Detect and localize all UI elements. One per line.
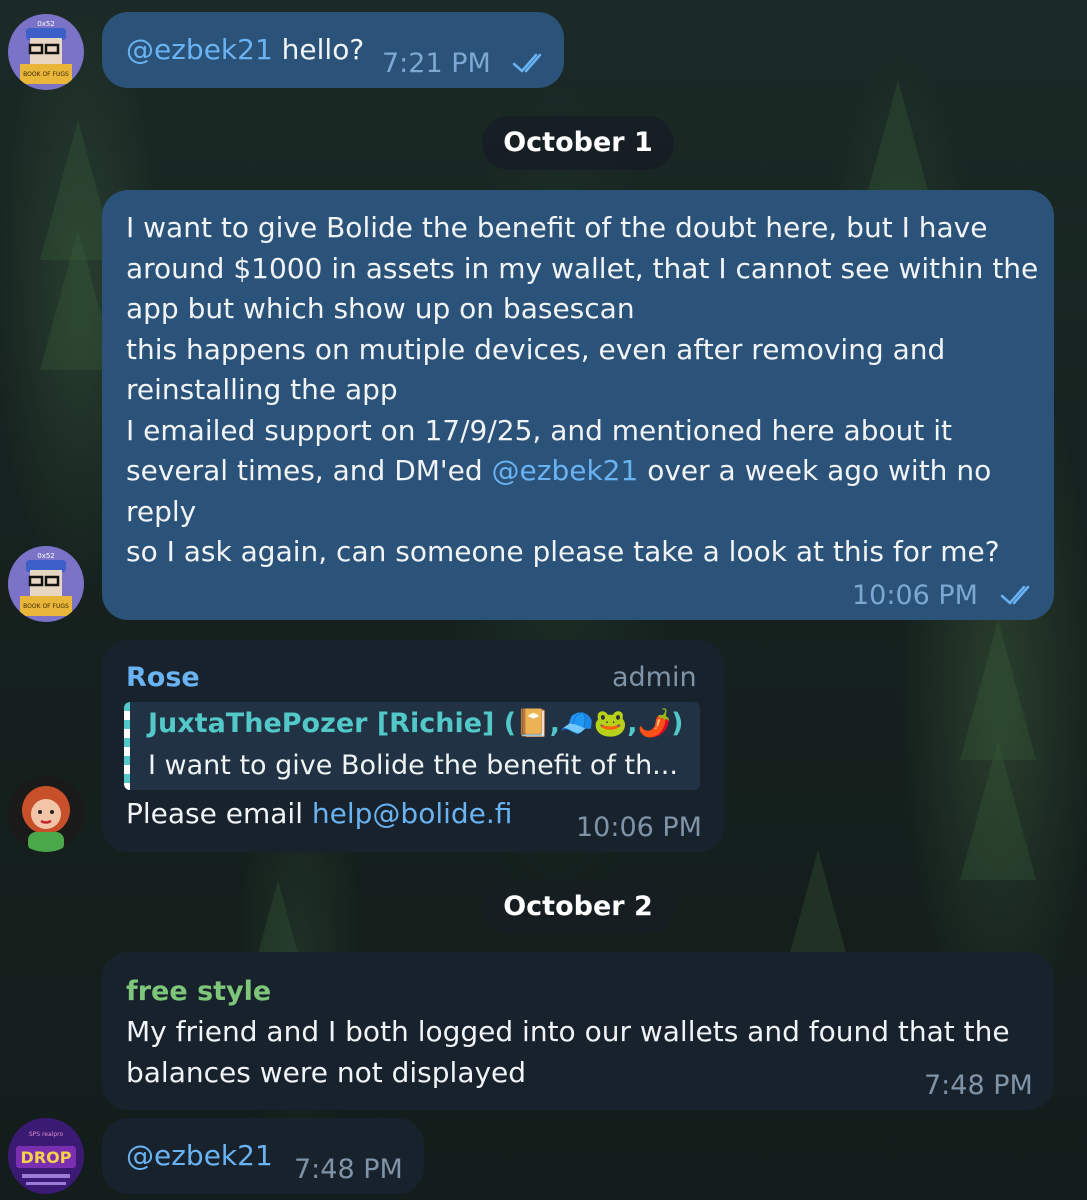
message-line: this happens on mutiple devices, even af… xyxy=(126,332,946,366)
background-tree xyxy=(960,620,1036,760)
avatar-book-text: BOOK OF FUGS xyxy=(23,603,69,610)
avatar-juxta[interactable]: BOOK OF FUGS 0x52 xyxy=(8,14,84,90)
double-check-icon xyxy=(1000,585,1030,605)
message-line: My friend and I both logged into our wal… xyxy=(126,1015,1010,1048)
avatar-free-style[interactable]: SPS realpro DROP xyxy=(8,1118,84,1194)
notebook-emoji-icon: 📔 xyxy=(516,708,550,739)
cap-emoji-icon: 🧢 xyxy=(560,708,594,739)
admin-badge: admin xyxy=(612,662,697,693)
message-line: app but which show up on basescan xyxy=(126,292,635,325)
email-link[interactable]: help@bolide.fi xyxy=(312,797,513,830)
mention-link[interactable]: @ezbek21 xyxy=(126,1136,273,1177)
mention-link[interactable]: @ezbek21 xyxy=(126,33,273,66)
message-line: around $1000 in assets in my wallet, tha… xyxy=(126,251,1039,285)
message-time: 7:48 PM xyxy=(924,1070,1033,1101)
message-text: Please email xyxy=(126,797,312,830)
message-bubble-1[interactable]: @ezbek21 hello? 7:21 PM xyxy=(102,12,564,88)
message-bubble-3[interactable]: Rose admin JuxtaThePozer [Richie] (📔,🧢🐸,… xyxy=(102,640,724,852)
avatar-rose[interactable] xyxy=(8,776,84,852)
closing-paren: ) xyxy=(671,708,684,739)
message-time: 7:21 PM xyxy=(382,48,491,79)
message-line: reply xyxy=(126,494,197,528)
message-line: I want to give Bolide the benefit of the… xyxy=(126,211,988,244)
message-line: reinstalling the app xyxy=(126,373,398,406)
avatar-drop-text: DROP xyxy=(21,1148,72,1167)
avatar-label-text: 0x52 xyxy=(37,20,55,28)
message-line: several times, and DM'ed @ezbek21 over a… xyxy=(126,451,1038,492)
pepper-emoji-icon: 🌶️ xyxy=(637,708,672,739)
avatar-top-text: SPS realpro xyxy=(29,1131,64,1138)
message-text: hello? xyxy=(272,33,365,66)
message-time: 7:48 PM xyxy=(294,1154,403,1185)
date-separator: October 1 xyxy=(482,116,674,170)
message-text: over a week ago with no xyxy=(638,454,992,487)
avatar-juxta[interactable]: BOOK OF FUGS 0x52 xyxy=(8,546,84,622)
reply-sender-name: JuxtaThePozer [Richie] ( xyxy=(148,708,517,739)
mention-link[interactable]: @ezbek21 xyxy=(492,454,639,487)
avatar-book-text: BOOK OF FUGS xyxy=(23,71,69,78)
comma-separator: , xyxy=(549,708,560,739)
comma-separator: , xyxy=(627,708,638,739)
reply-bar xyxy=(124,702,130,790)
background-tree xyxy=(960,740,1036,880)
reply-quote[interactable]: JuxtaThePozer [Richie] (📔,🧢🐸,🌶️) I want … xyxy=(124,702,700,790)
reply-text: I want to give Bolide the benefit of th.… xyxy=(148,750,678,781)
message-bubble-5[interactable]: @ezbek21 7:48 PM xyxy=(102,1118,424,1194)
message-line: balances were not displayed xyxy=(126,1055,527,1089)
sender-name[interactable]: Rose xyxy=(126,658,200,699)
message-text: several times, and DM'ed xyxy=(126,454,492,487)
message-time: 10:06 PM xyxy=(852,580,978,611)
message-bubble-2[interactable]: I want to give Bolide the benefit of the… xyxy=(102,190,1054,620)
message-line: I emailed support on 17/9/25, and mentio… xyxy=(126,413,952,447)
message-bubble-4[interactable]: free style My friend and I both logged i… xyxy=(102,952,1054,1110)
double-check-icon xyxy=(512,53,542,73)
frog-emoji-icon: 🐸 xyxy=(593,708,628,739)
reply-sender: JuxtaThePozer [Richie] (📔,🧢🐸,🌶️) xyxy=(148,704,683,745)
sender-name[interactable]: free style xyxy=(126,972,271,1013)
avatar-label-text: 0x52 xyxy=(37,552,55,560)
date-separator: October 2 xyxy=(482,880,674,934)
message-time: 10:06 PM xyxy=(576,812,702,843)
message-line: so I ask again, can someone please take … xyxy=(126,535,1000,568)
